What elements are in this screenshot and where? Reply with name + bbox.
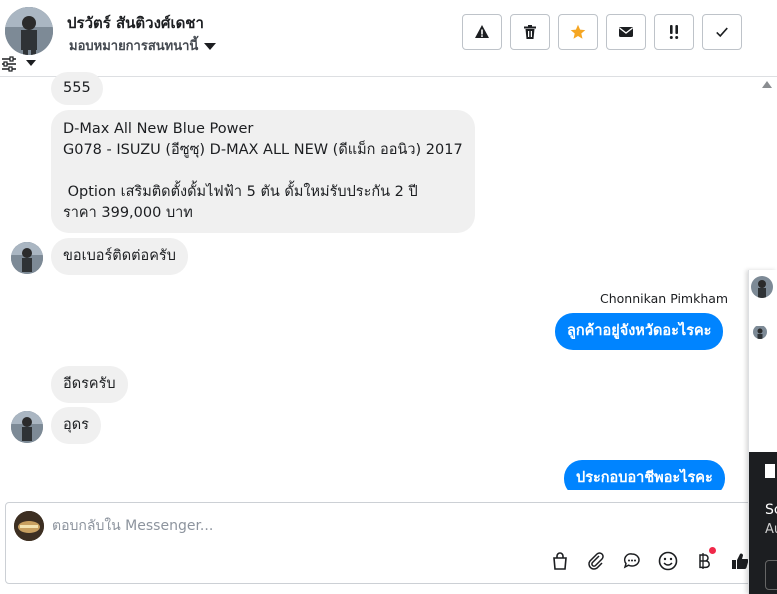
paperclip-icon[interactable] [584, 549, 608, 573]
assign-label: มอบหมายการสนทนานี้ [69, 39, 199, 54]
popup-title: Sc [765, 502, 777, 518]
message-text: อุดร [63, 417, 89, 433]
message-text: D-Max All New Blue Power [63, 121, 254, 137]
message-text: ราคา 399,000 บาท [63, 205, 193, 221]
scroll-up-arrow-icon[interactable] [762, 81, 772, 88]
contact-avatar[interactable] [5, 7, 53, 55]
message-text: ประกอบอาชีพอะไรคะ [576, 470, 713, 486]
delete-button[interactable] [510, 14, 550, 50]
assign-conversation-dropdown[interactable]: มอบหมายการสนทนานี้ [69, 35, 217, 56]
mark-done-button[interactable] [702, 14, 742, 50]
sliders-icon[interactable] [1, 56, 17, 72]
outgoing-message: ลูกค้าอยู่จังหวัดอะไรคะ [555, 313, 724, 350]
popup-button[interactable] [765, 560, 777, 590]
star-button[interactable] [558, 14, 598, 50]
message-text: 555 [63, 80, 91, 96]
notification-dot [709, 547, 716, 554]
message-clip: ประกอบอาชีพอะไรคะ [0, 458, 740, 490]
shopping-bag-icon[interactable] [548, 549, 572, 573]
message-composer [5, 502, 777, 584]
message-text: ลูกค้าอยู่จังหวัดอะไรคะ [567, 323, 712, 339]
contact-avatar [11, 411, 43, 443]
follow-up-button[interactable] [654, 14, 694, 50]
chevron-down-icon[interactable] [26, 60, 36, 66]
star-icon [570, 24, 586, 39]
conversation-header: ปรวัตร์ สันติวงศ์เดชา มอบหมายการสนทนานี้ [0, 0, 777, 77]
message-text: Option เสริมติดตั้งดั้มไฟฟ้า 5 ตัน ดั้มใ… [63, 184, 418, 200]
message-text: อีดรครับ [63, 376, 116, 392]
page-avatar [14, 511, 44, 541]
incoming-message: อุดร [51, 407, 101, 444]
agent-name: Chonnikan Pimkham [600, 291, 729, 306]
file-icon [765, 464, 775, 478]
envelope-icon [619, 27, 633, 37]
contact-name: ปรวัตร์ สันติวงศ์เดชา [67, 14, 204, 32]
mark-unread-button[interactable] [606, 14, 646, 50]
trash-icon [524, 25, 536, 39]
reply-input[interactable] [52, 515, 652, 537]
mark-spam-button[interactable] [462, 14, 502, 50]
notification-popup[interactable]: Sc Au [749, 452, 777, 594]
chat-head-avatar[interactable] [751, 276, 773, 298]
incoming-message: 555 [51, 72, 103, 105]
contact-avatar [11, 242, 43, 274]
check-icon [716, 27, 728, 38]
outgoing-message: ประกอบอาชีพอะไรคะ [564, 460, 725, 490]
exclamation-icon [669, 25, 679, 39]
incoming-message: อีดรครับ [51, 366, 128, 403]
emoji-icon[interactable] [656, 549, 680, 573]
chevron-down-icon [204, 43, 217, 50]
chat-head-avatar[interactable] [753, 325, 767, 339]
incoming-message: D-Max All New Blue Power G078 - ISUZU (อี… [51, 110, 475, 233]
saved-reply-icon[interactable] [620, 549, 644, 573]
message-text: G078 - ISUZU (อีซูซุ) D-MAX ALL NEW (ดีแ… [63, 142, 463, 158]
message-text: ขอเบอร์ติดต่อครับ [63, 248, 176, 264]
popup-subtitle: Au [765, 522, 777, 537]
warning-icon [475, 25, 489, 38]
incoming-message: ขอเบอร์ติดต่อครับ [51, 238, 188, 275]
